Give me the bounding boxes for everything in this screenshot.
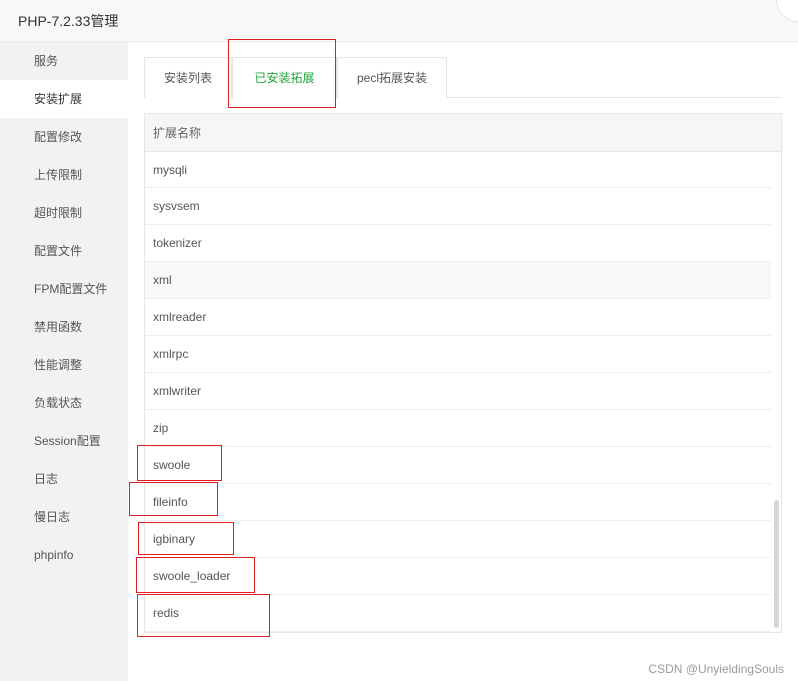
sidebar-item-fpm-config[interactable]: FPM配置文件 bbox=[0, 270, 128, 308]
tab-pecl-install[interactable]: pecl拓展安装 bbox=[337, 57, 447, 98]
sidebar-item-upload-limit[interactable]: 上传限制 bbox=[0, 156, 128, 194]
table-row[interactable]: xmlrpc bbox=[145, 336, 771, 373]
table-row[interactable]: xmlwriter bbox=[145, 373, 771, 410]
tab-bar: 安装列表 已安装拓展 pecl拓展安装 bbox=[144, 57, 782, 99]
watermark: CSDN @UnyieldingSouls bbox=[648, 662, 784, 676]
main-panel: 安装列表 已安装拓展 pecl拓展安装 扩展名称 mysqli sysvsem … bbox=[128, 42, 798, 681]
table-row[interactable]: xmlreader bbox=[145, 299, 771, 336]
table-row[interactable]: swoole_loader bbox=[145, 558, 771, 595]
sidebar-item-load-status[interactable]: 负载状态 bbox=[0, 384, 128, 422]
table-scrollbar[interactable] bbox=[771, 152, 781, 632]
sidebar-item-phpinfo[interactable]: phpinfo bbox=[0, 536, 128, 574]
tab-installed-extensions[interactable]: 已安装拓展 bbox=[232, 57, 337, 99]
table-row[interactable]: swoole bbox=[145, 447, 771, 484]
window-close-corner[interactable] bbox=[776, 0, 798, 22]
table-row[interactable]: fileinfo bbox=[145, 484, 771, 521]
table-row[interactable]: mysqli bbox=[145, 152, 771, 188]
table-row[interactable]: xml bbox=[145, 262, 771, 299]
table-row[interactable]: zip bbox=[145, 410, 771, 447]
sidebar-item-session-config[interactable]: Session配置 bbox=[0, 422, 128, 460]
window-titlebar: PHP-7.2.33管理 bbox=[0, 0, 798, 42]
table-row[interactable]: tokenizer bbox=[145, 225, 771, 262]
tab-install-list[interactable]: 安装列表 bbox=[144, 57, 232, 98]
sidebar-item-config-file[interactable]: 配置文件 bbox=[0, 232, 128, 270]
sidebar-item-disabled-functions[interactable]: 禁用函数 bbox=[0, 308, 128, 346]
sidebar-item-performance[interactable]: 性能调整 bbox=[0, 346, 128, 384]
sidebar: 服务 安装扩展 配置修改 上传限制 超时限制 配置文件 FPM配置文件 禁用函数… bbox=[0, 42, 128, 681]
extensions-table: 扩展名称 mysqli sysvsem tokenizer xml xmlrea… bbox=[144, 113, 782, 633]
sidebar-item-config-edit[interactable]: 配置修改 bbox=[0, 118, 128, 156]
sidebar-item-log[interactable]: 日志 bbox=[0, 460, 128, 498]
table-row[interactable]: sysvsem bbox=[145, 188, 771, 225]
sidebar-item-slow-log[interactable]: 慢日志 bbox=[0, 498, 128, 536]
table-row[interactable]: redis bbox=[145, 595, 771, 632]
window-title: PHP-7.2.33管理 bbox=[18, 13, 119, 29]
sidebar-item-timeout-limit[interactable]: 超时限制 bbox=[0, 194, 128, 232]
table-row[interactable]: igbinary bbox=[145, 521, 771, 558]
table-body[interactable]: mysqli sysvsem tokenizer xml xmlreader x… bbox=[145, 152, 781, 632]
sidebar-item-service[interactable]: 服务 bbox=[0, 42, 128, 80]
scrollbar-thumb[interactable] bbox=[774, 500, 779, 628]
sidebar-item-install-extension[interactable]: 安装扩展 bbox=[0, 80, 128, 118]
table-header-name: 扩展名称 bbox=[145, 114, 781, 152]
